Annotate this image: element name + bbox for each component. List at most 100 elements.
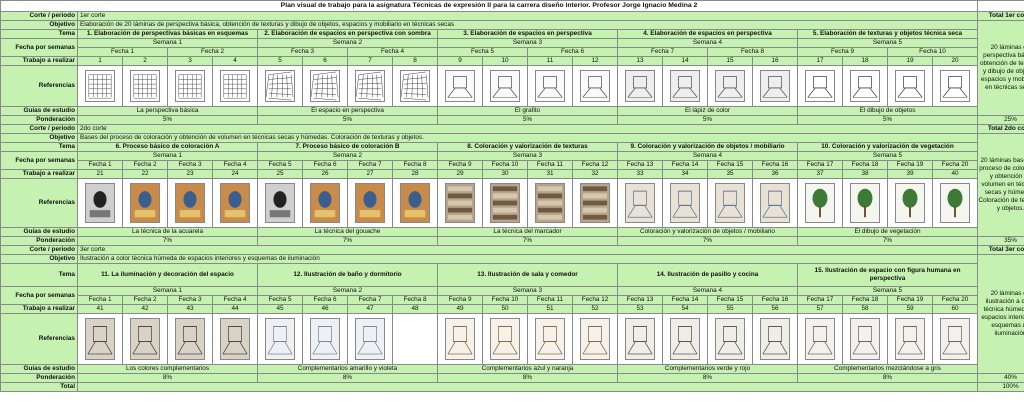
- ponderacion-5: 5%: [798, 116, 977, 124]
- reference-thumbnail: [805, 70, 835, 102]
- grand-total: 100%: [978, 383, 1024, 391]
- fecha-18: Fecha 18: [843, 296, 887, 304]
- trabajo-1: 1: [78, 57, 122, 65]
- page-title: Plan visual de trabajo para la asignatur…: [1, 1, 977, 11]
- total-corte-header: Total 1er corte: [978, 12, 1024, 20]
- fecha-4: Fecha 4: [213, 296, 257, 304]
- reference-image: [888, 314, 932, 364]
- reference-image: [618, 179, 662, 227]
- reference-thumbnail: [580, 70, 610, 102]
- corte-value: 3er corte: [78, 246, 977, 254]
- reference-image: [798, 66, 842, 106]
- ponderacion-5: 8%: [798, 374, 977, 382]
- guia-1: La técnica de la acuarela: [78, 228, 257, 236]
- reference-thumbnail: [535, 318, 565, 360]
- reference-thumbnail: [355, 70, 385, 102]
- reference-image: [663, 179, 707, 227]
- reference-thumbnail: [130, 318, 160, 360]
- tema-4: 4. Elaboración de espacios en perspectiv…: [618, 30, 797, 38]
- fecha-1: Fecha 1: [78, 161, 122, 169]
- row-label-ponderacion: Ponderación: [1, 116, 77, 124]
- trabajo-19: 19: [888, 57, 932, 65]
- fecha-17: Fecha 17: [798, 296, 842, 304]
- fecha-15: Fecha 15: [708, 296, 752, 304]
- reference-thumbnail: [625, 70, 655, 102]
- total-corte-description: 20 láminas bases del proceso de coloraci…: [978, 134, 1024, 236]
- total-ponderacion: 25%: [978, 116, 1024, 124]
- trabajo-4: 4: [213, 57, 257, 65]
- ponderacion-4: 7%: [618, 237, 797, 245]
- reference-image: [168, 66, 212, 106]
- trabajo-15: 15: [708, 57, 752, 65]
- reference-image: [753, 66, 797, 106]
- reference-image: [753, 314, 797, 364]
- fecha-5: Fecha 5: [438, 48, 527, 56]
- fecha-3: Fecha 3: [168, 161, 212, 169]
- trabajo-59: 59: [888, 305, 932, 313]
- reference-image: [708, 314, 752, 364]
- reference-image: [123, 66, 167, 106]
- guia-3: La técnica del marcador: [438, 228, 617, 236]
- fecha-7: Fecha 7: [348, 161, 392, 169]
- ponderacion-2: 7%: [258, 237, 437, 245]
- reference-thumbnail: [895, 70, 925, 102]
- reference-thumbnail: [580, 183, 610, 223]
- reference-thumbnail: [715, 318, 745, 360]
- reference-image: [528, 314, 572, 364]
- total-spacer: [78, 383, 977, 391]
- reference-thumbnail: [85, 70, 115, 102]
- reference-image: [798, 179, 842, 227]
- fecha-11: Fecha 11: [528, 161, 572, 169]
- reference-image: [798, 314, 842, 364]
- semana-2: Semana 2: [258, 287, 437, 295]
- fecha-20: Fecha 20: [933, 296, 977, 304]
- reference-image: [888, 179, 932, 227]
- guia-5: El dibujo de objetos: [798, 107, 977, 115]
- row-label-objetivo: Objetivo: [1, 21, 77, 29]
- semana-1: Semana 1: [78, 152, 257, 160]
- trabajo-25: 25: [258, 170, 302, 178]
- tema-5: 10. Coloración y valorización de vegetac…: [798, 143, 977, 151]
- trabajo-47: 47: [348, 305, 392, 313]
- trabajo-36: 36: [753, 170, 797, 178]
- semana-4: Semana 4: [618, 152, 797, 160]
- reference-image: [123, 314, 167, 364]
- reference-thumbnail: [715, 183, 745, 223]
- ponderacion-2: 8%: [258, 374, 437, 382]
- semana-2: Semana 2: [258, 39, 437, 47]
- reference-thumbnail: [265, 70, 295, 102]
- trabajo-6: 6: [303, 57, 347, 65]
- tema-5: 15. Ilustración de espacio con figura hu…: [798, 264, 977, 286]
- trabajo-2: 2: [123, 57, 167, 65]
- semana-4: Semana 4: [618, 39, 797, 47]
- reference-image: [303, 179, 347, 227]
- fecha-2: Fecha 2: [168, 48, 257, 56]
- reference-image: [348, 314, 392, 364]
- reference-thumbnail: [625, 318, 655, 360]
- row-label-corte: Corte / periodo: [1, 246, 77, 254]
- guia-4: Coloración y valorización de objetos / m…: [618, 228, 797, 236]
- semana-4: Semana 4: [618, 287, 797, 295]
- fecha-5: Fecha 5: [258, 161, 302, 169]
- trabajo-9: 9: [438, 57, 482, 65]
- row-label-corte: Corte / periodo: [1, 12, 77, 20]
- reference-image: [78, 179, 122, 227]
- reference-thumbnail: [220, 183, 250, 223]
- total-corte-header: Total 2do corte: [978, 125, 1024, 133]
- reference-thumbnail: [445, 183, 475, 223]
- guia-2: Complementarios amarillo y violeta: [258, 365, 437, 373]
- guia-4: El lápiz de color: [618, 107, 797, 115]
- tema-4: 9. Coloración y valorización de objetos …: [618, 143, 797, 151]
- row-label-trabajo: Trabajo a realizar: [1, 170, 77, 178]
- semana-3: Semana 3: [438, 39, 617, 47]
- reference-thumbnail: [310, 70, 340, 102]
- reference-thumbnail: [760, 183, 790, 223]
- reference-thumbnail: [310, 318, 340, 360]
- reference-thumbnail: [850, 70, 880, 102]
- fecha-16: Fecha 16: [753, 161, 797, 169]
- semana-3: Semana 3: [438, 152, 617, 160]
- fecha-20: Fecha 20: [933, 161, 977, 169]
- reference-thumbnail: [895, 318, 925, 360]
- reference-image: [348, 179, 392, 227]
- title-spacer: [978, 1, 1024, 11]
